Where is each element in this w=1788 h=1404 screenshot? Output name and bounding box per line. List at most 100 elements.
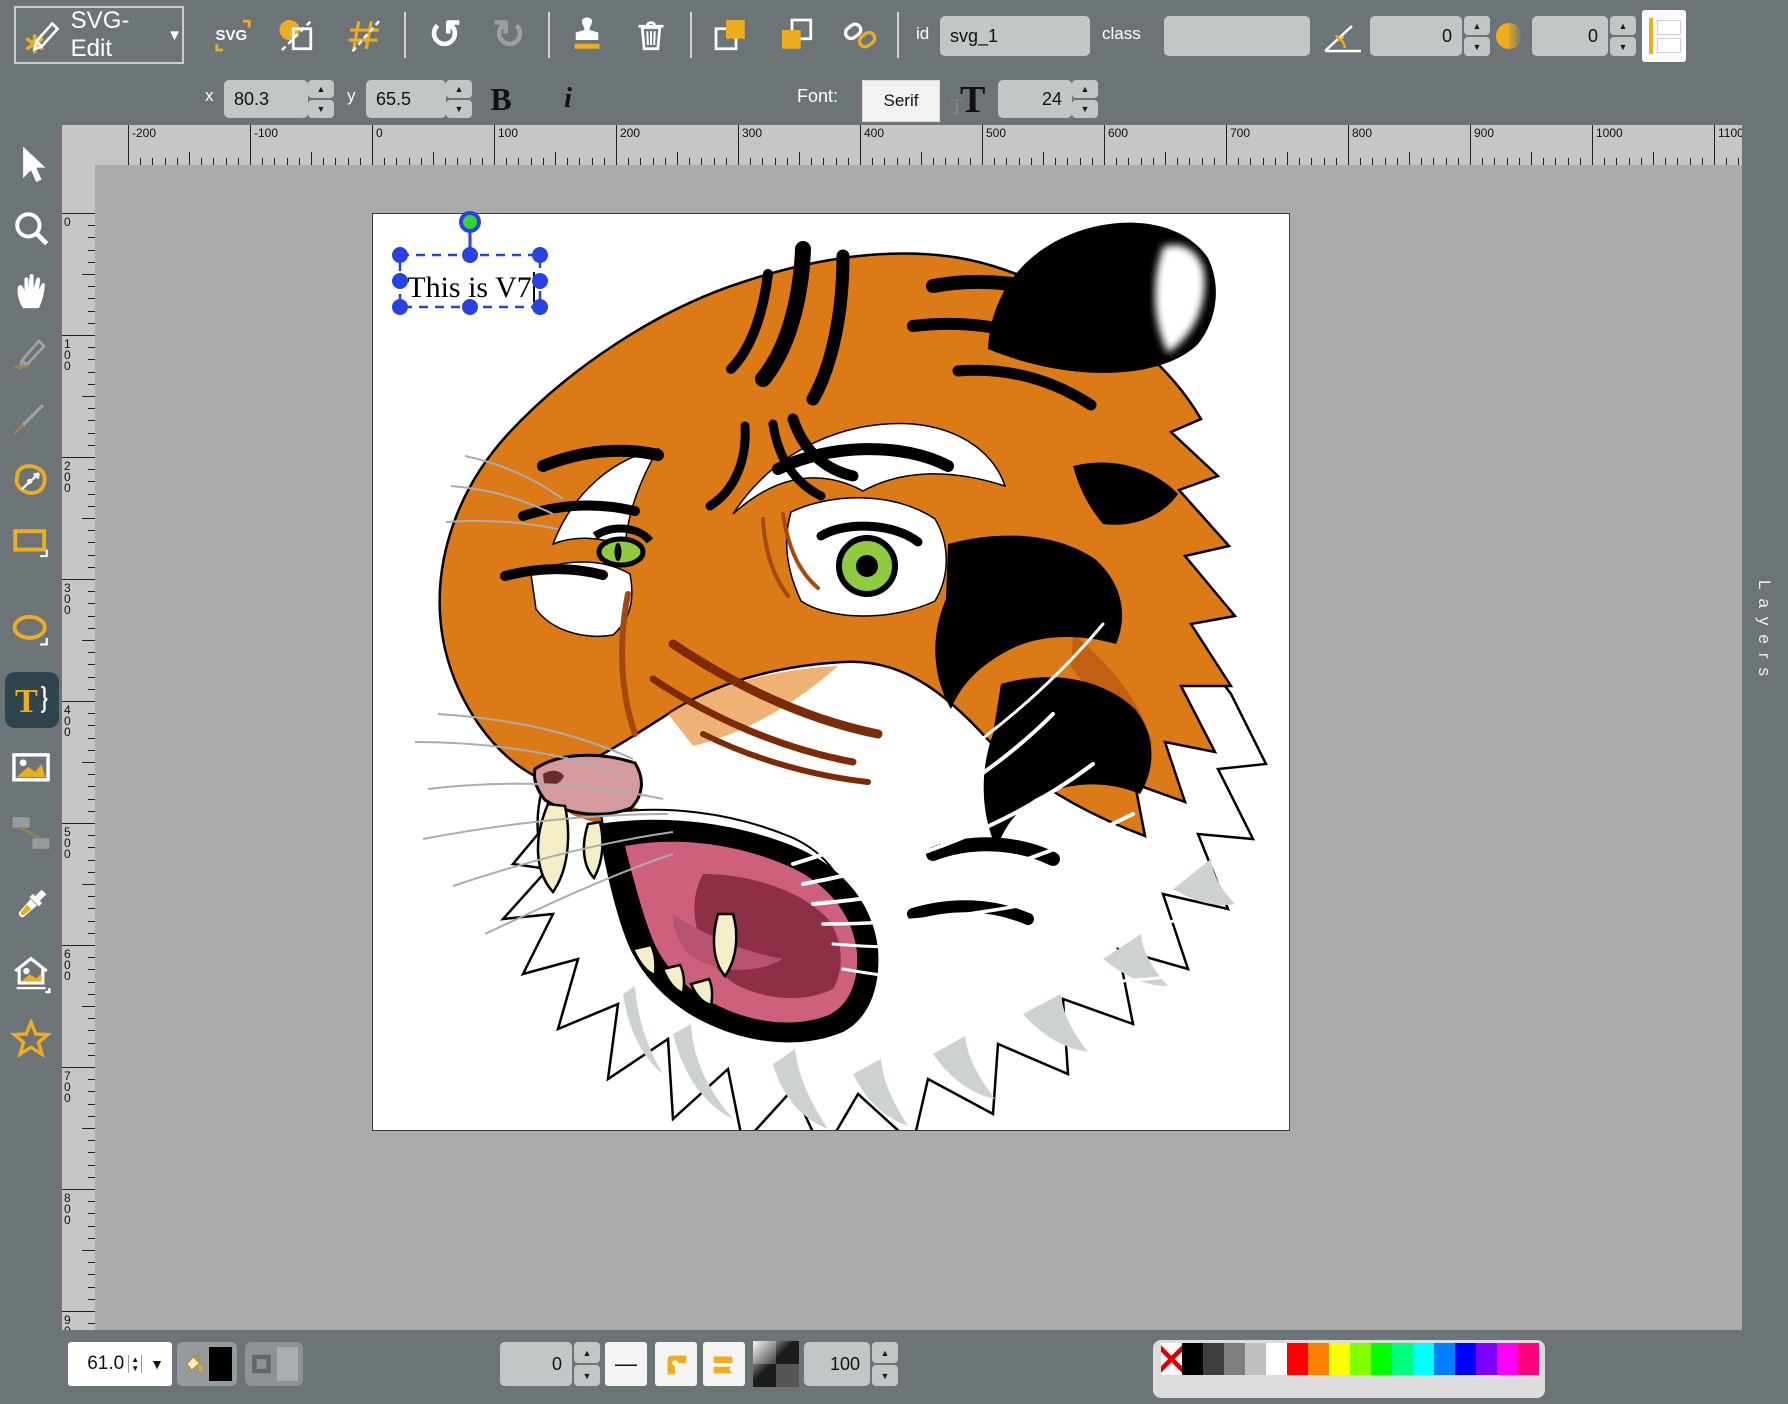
blur-spin-up[interactable]: ▲ (1610, 16, 1636, 35)
x-spin-down[interactable]: ▼ (308, 100, 334, 118)
stroke-color-swatch[interactable] (277, 1347, 298, 1381)
palette-swatch[interactable] (1308, 1343, 1329, 1375)
angle-spin-down[interactable]: ▼ (1464, 37, 1490, 56)
font-size-spin-up[interactable]: ▲ (1072, 80, 1098, 98)
y-spin-up[interactable]: ▲ (446, 80, 472, 98)
opacity-input[interactable]: 100 (804, 1342, 870, 1386)
font-size-spin-down[interactable]: ▼ (1072, 100, 1098, 118)
clone-button[interactable] (562, 10, 612, 60)
zoom-dropdown-icon[interactable]: ▼ (142, 1356, 172, 1372)
link-button[interactable] (836, 10, 886, 60)
linecap-button[interactable] (703, 1342, 745, 1386)
svg-text:SVG: SVG (216, 27, 248, 44)
palette-swatch[interactable] (1434, 1343, 1455, 1375)
blur-input[interactable]: 0 (1532, 16, 1608, 56)
stroke-width-spin-up[interactable]: ▲ (574, 1342, 600, 1363)
angle-spin-up[interactable]: ▲ (1464, 16, 1490, 35)
redo-button[interactable]: ↻ (484, 10, 534, 60)
y-spin-down[interactable]: ▼ (446, 100, 472, 118)
ruler-tick (88, 1055, 95, 1056)
tool-image-button[interactable] (6, 743, 56, 793)
align-panel-button[interactable] (1642, 10, 1686, 62)
x-spin-up[interactable]: ▲ (308, 80, 334, 98)
tool-eyedropper-button[interactable] (6, 880, 56, 930)
font-family-button[interactable]: Serif (862, 80, 940, 122)
fill-color-swatch[interactable] (209, 1347, 232, 1381)
palette-swatch[interactable] (1182, 1343, 1203, 1375)
palette-swatch[interactable] (1518, 1343, 1539, 1375)
id-input[interactable]: svg_1 (940, 16, 1090, 56)
logo-menu-button[interactable]: SVG-Edit ▼ (14, 6, 184, 64)
docprops-button[interactable] (272, 10, 322, 60)
zoom-control[interactable]: 61.0 ▲▼ ▼ (68, 1342, 172, 1386)
opacity-spin-down[interactable]: ▼ (872, 1365, 898, 1386)
palette-swatch[interactable] (1224, 1343, 1245, 1375)
angle-input[interactable]: 0 (1370, 16, 1462, 56)
palette-swatch[interactable] (1245, 1343, 1266, 1375)
palette-swatch[interactable] (1329, 1343, 1350, 1375)
stroke-width-input[interactable]: 0 (500, 1342, 572, 1386)
svg-canvas[interactable]: This is V7 (372, 213, 1290, 1131)
zoom-spinner[interactable]: ▲▼ (128, 1355, 142, 1373)
canvas-viewport[interactable]: This is V7 (95, 165, 1742, 1330)
ruler-tick (82, 274, 95, 275)
blur-spin-down[interactable]: ▼ (1610, 37, 1636, 56)
bold-button[interactable]: B (478, 76, 524, 122)
source-button[interactable]: SVG (208, 10, 258, 60)
ruler-tick (88, 860, 95, 861)
tool-star-button[interactable] (6, 1015, 56, 1065)
ruler-tick (88, 628, 95, 629)
palette-swatch-none[interactable] (1161, 1343, 1182, 1375)
resize-handles[interactable] (392, 247, 548, 315)
palette-swatch[interactable] (1497, 1343, 1518, 1375)
ruler-tick (88, 1030, 95, 1031)
pan-icon (10, 270, 52, 312)
ruler-tick (372, 125, 373, 165)
opacity-gradient-icon[interactable] (753, 1341, 799, 1387)
palette-swatch[interactable] (1287, 1343, 1308, 1375)
palette-swatch[interactable] (1203, 1343, 1224, 1375)
palette-swatch[interactable] (1350, 1343, 1371, 1375)
layers-panel-tab[interactable]: Layers (1742, 125, 1788, 1330)
palette-swatch[interactable] (1476, 1343, 1497, 1375)
palette-swatch[interactable] (1392, 1343, 1413, 1375)
opacity-spin-up[interactable]: ▲ (872, 1342, 898, 1363)
delete-button[interactable] (626, 10, 676, 60)
undo-button[interactable]: ↺ (420, 10, 470, 60)
ruler-tick (82, 1128, 95, 1129)
svg-text:T: T (15, 683, 38, 720)
italic-button[interactable]: i (548, 76, 588, 122)
font-size-input[interactable]: 24 (998, 80, 1072, 118)
x-input[interactable]: 80.3 (224, 80, 308, 118)
chevron-down-icon: ▼ (167, 27, 182, 44)
rotate-grip[interactable] (461, 213, 479, 231)
stroke-width-spin-down[interactable]: ▼ (574, 1365, 600, 1386)
ruler-tick (1726, 158, 1727, 165)
palette-swatch[interactable] (1413, 1343, 1434, 1375)
tools-sidebar: T (0, 125, 62, 1330)
tool-ellipse-button[interactable] (6, 605, 56, 655)
tool-path-button[interactable] (6, 455, 56, 505)
tool-zoom-button[interactable] (6, 203, 56, 253)
tool-pan-button[interactable] (6, 266, 56, 316)
palette-swatch[interactable] (1455, 1343, 1476, 1375)
tool-text-button[interactable]: T (5, 672, 59, 728)
stroke-dash-button[interactable]: — (605, 1342, 647, 1386)
ruler-tick (1189, 158, 1190, 165)
ruler-tick (82, 1006, 95, 1007)
preferences-button[interactable] (340, 10, 390, 60)
tool-shapelib-button[interactable] (6, 950, 56, 1000)
y-input[interactable]: 65.5 (366, 80, 446, 118)
linejoin-button[interactable] (655, 1342, 697, 1386)
class-input[interactable] (1164, 16, 1310, 56)
ruler-tick (482, 158, 483, 165)
tool-rect-button[interactable] (6, 518, 56, 568)
palette-swatch[interactable] (1266, 1343, 1287, 1375)
palette-swatch[interactable] (1371, 1343, 1392, 1375)
ruler-tick (640, 158, 641, 165)
ruler-tick (88, 408, 95, 409)
move-back-button[interactable] (772, 10, 822, 60)
h-ruler-label: 900 (1474, 126, 1494, 140)
tool-select-button[interactable] (6, 140, 56, 190)
move-front-button[interactable] (706, 10, 756, 60)
